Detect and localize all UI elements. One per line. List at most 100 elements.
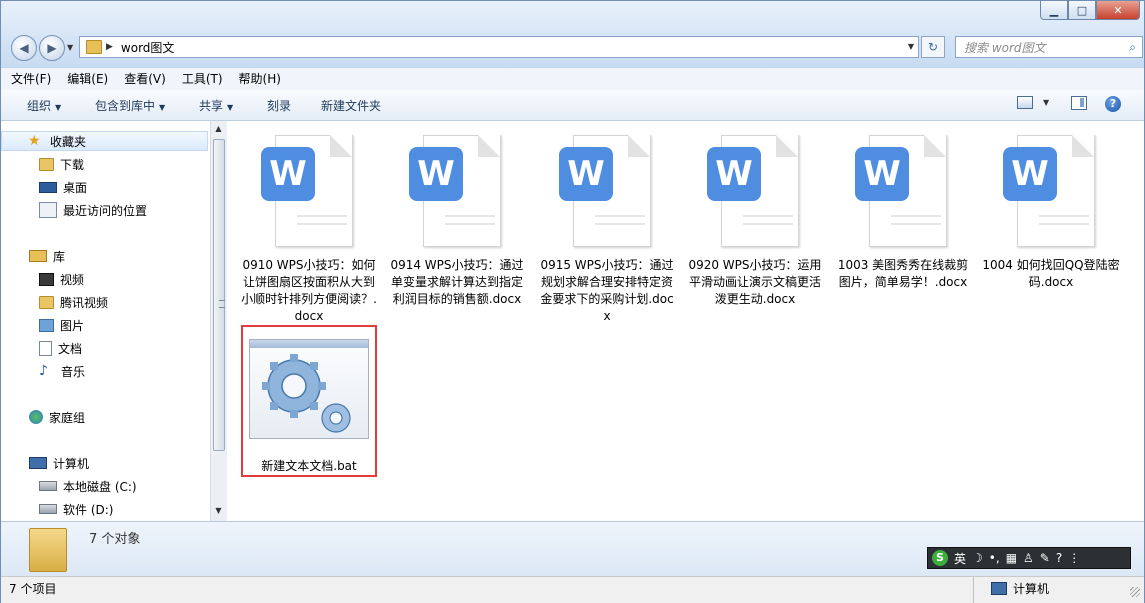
wps-word-icon: W: [409, 135, 505, 247]
nav-local-disk[interactable]: 本地磁盘 (C:): [1, 476, 137, 496]
folder-icon: [29, 528, 67, 572]
scroll-thumb[interactable]: [213, 139, 225, 451]
video-icon: [39, 272, 54, 286]
help-icon[interactable]: ?: [1056, 551, 1062, 565]
back-button[interactable]: ◀: [11, 35, 37, 61]
nav-label: 库: [53, 249, 66, 264]
menu-file[interactable]: 文件(F): [1, 68, 57, 90]
file-name: 0920 WPS小技巧：运用平滑动画让演示文稿更活泼更生动.docx: [688, 258, 822, 306]
file-name: 0915 WPS小技巧：通过规划求解合理安排特定资金要求下的采购计划.docx: [540, 258, 674, 323]
document-icon: [39, 340, 52, 356]
wps-word-icon: W: [559, 135, 655, 247]
file-item[interactable]: W 1003 美图秀秀在线裁剪图片，简单易学！.docx: [833, 121, 973, 291]
library-icon: [29, 250, 47, 262]
back-arrow-icon: ◀: [19, 41, 29, 55]
computer-icon: [29, 457, 47, 469]
search-input[interactable]: [962, 40, 1116, 56]
menu-help[interactable]: 帮助(H): [229, 68, 287, 90]
item-count: 7 个项目: [9, 582, 57, 596]
address-dropdown-icon[interactable]: ▼: [908, 42, 914, 51]
breadcrumb-current[interactable]: word图文: [121, 39, 175, 56]
selected-file-item[interactable]: 新建文本文档.bat: [241, 325, 377, 477]
preview-pane-button[interactable]: [1071, 96, 1087, 110]
moon-icon[interactable]: ☽: [972, 551, 983, 565]
nav-label: 图片: [60, 318, 85, 333]
status-bar: 7 个项目 计算机: [1, 576, 1144, 603]
new-folder-button[interactable]: 新建文件夹: [321, 97, 381, 114]
ime-language-toggle[interactable]: 英: [954, 550, 966, 567]
object-count: 7 个对象: [89, 532, 141, 547]
search-icon[interactable]: ⌕: [1129, 40, 1136, 55]
punctuation-icon[interactable]: •,: [989, 551, 1000, 565]
nav-label: 计算机: [53, 456, 90, 471]
file-item[interactable]: W 0915 WPS小技巧：通过规划求解合理安排特定资金要求下的采购计划.doc…: [537, 121, 677, 325]
nav-pictures[interactable]: 图片: [1, 315, 84, 335]
file-item[interactable]: W 0910 WPS小技巧：如何让饼图扇区按面积从大到小顺时针排列方便阅读？.d…: [239, 121, 379, 325]
details-pane: 7 个对象 S 英 ☽ •, ▦ ♙ ✎ ? ⋮: [1, 521, 1144, 576]
navigation-pane: ★ 收藏夹 下载 桌面 最近访问的位置 库 视频 腾讯视频 图片 文档 ♪ 音乐 家…: [1, 121, 211, 521]
file-item[interactable]: W 1004 如何找回QQ登陆密码.docx: [981, 121, 1121, 291]
burn-button[interactable]: 刻录: [267, 97, 291, 114]
nav-music[interactable]: ♪ 音乐: [1, 361, 85, 381]
batch-gear-icon: [249, 339, 369, 439]
file-item[interactable]: W 0914 WPS小技巧：通过单变量求解计算达到指定利润目标的销售额.docx: [387, 121, 527, 308]
hard-disk-icon: [39, 504, 57, 514]
resize-grip-icon[interactable]: [1130, 587, 1140, 597]
computer-icon: [991, 582, 1007, 595]
nav-tencent-video[interactable]: 腾讯视频: [1, 292, 108, 312]
nav-homegroup[interactable]: 家庭组: [1, 407, 85, 427]
file-name: 1004 如何找回QQ登陆密码.docx: [982, 258, 1120, 289]
include-library-label: 包含到库中: [95, 99, 156, 113]
scroll-up-icon[interactable]: ▲: [213, 124, 224, 136]
nav-label: 文档: [58, 341, 83, 356]
organize-button[interactable]: 组织 ▼: [27, 97, 61, 114]
wrench-icon[interactable]: ✎: [1040, 551, 1050, 565]
nav-label: 下载: [60, 157, 85, 172]
ime-toolbar[interactable]: S 英 ☽ •, ▦ ♙ ✎ ? ⋮: [927, 547, 1131, 569]
menu-tools[interactable]: 工具(T): [172, 68, 229, 90]
nav-downloads[interactable]: 下载: [1, 154, 84, 174]
nav-desktop[interactable]: 桌面: [1, 177, 87, 197]
file-item[interactable]: W 0920 WPS小技巧：运用平滑动画让演示文稿更活泼更生动.docx: [685, 121, 825, 308]
menu-bar: 文件(F) 编辑(E) 查看(V) 工具(T) 帮助(H): [1, 67, 1144, 91]
scroll-down-icon[interactable]: ▼: [213, 506, 224, 518]
status-location: 计算机: [991, 580, 1049, 597]
keyboard-icon[interactable]: ▦: [1006, 551, 1017, 565]
nav-software-disk[interactable]: 软件 (D:): [1, 499, 113, 519]
menu-view[interactable]: 查看(V): [114, 68, 172, 90]
pictures-icon: [39, 318, 54, 332]
nav-label: 家庭组: [49, 410, 86, 425]
nav-computer[interactable]: 计算机: [1, 453, 89, 473]
downloads-folder-icon: [39, 157, 54, 171]
minimize-button[interactable]: ▁: [1040, 1, 1068, 20]
nav-videos[interactable]: 视频: [1, 269, 84, 289]
location-label: 计算机: [1013, 582, 1050, 596]
nav-documents[interactable]: 文档: [1, 338, 82, 358]
help-button[interactable]: ?: [1105, 96, 1121, 112]
user-icon[interactable]: ♙: [1023, 551, 1034, 565]
nav-label: 桌面: [63, 180, 88, 195]
maximize-button[interactable]: □: [1068, 1, 1096, 20]
change-view-button[interactable]: ▼: [1017, 96, 1049, 109]
recent-pages-chevron-icon[interactable]: ▼: [67, 43, 73, 52]
sogou-ime-icon[interactable]: S: [932, 550, 948, 566]
help-icon: ?: [1105, 96, 1121, 112]
nav-libraries[interactable]: 库: [1, 246, 65, 266]
address-bar[interactable]: ▶ word图文 ▼: [79, 36, 919, 58]
include-library-button[interactable]: 包含到库中 ▼: [95, 97, 165, 114]
recent-places-icon: [39, 202, 57, 218]
breadcrumb-arrow-icon[interactable]: ▶: [106, 42, 113, 52]
share-button[interactable]: 共享 ▼: [199, 97, 233, 114]
ime-menu-icon[interactable]: ⋮: [1068, 551, 1080, 565]
command-bar: 组织 ▼ 包含到库中 ▼ 共享 ▼ 刻录 新建文件夹 ▼ ?: [1, 90, 1144, 121]
navigation-scrollbar[interactable]: ▲ ▼: [210, 121, 227, 521]
nav-label: 音乐: [61, 364, 86, 379]
nav-recent[interactable]: 最近访问的位置: [1, 200, 147, 220]
forward-button[interactable]: ▶: [39, 35, 65, 61]
chevron-down-icon: ▼: [55, 103, 62, 112]
close-button[interactable]: ✕: [1096, 1, 1140, 20]
chevron-down-icon: ▼: [227, 103, 234, 112]
refresh-button[interactable]: ↻: [921, 36, 945, 58]
menu-edit[interactable]: 编辑(E): [57, 68, 114, 90]
nav-favorites[interactable]: ★ 收藏夹: [1, 131, 208, 151]
